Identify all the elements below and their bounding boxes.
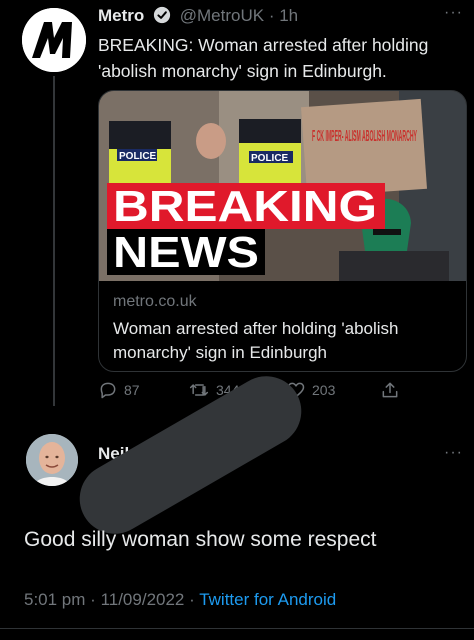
reply-avatar[interactable]: [26, 434, 78, 486]
reply-date: 11/09/2022: [100, 590, 185, 609]
reply-button[interactable]: 87: [98, 380, 140, 400]
police-label-left: POLICE: [119, 151, 157, 162]
reply-icon: [100, 382, 116, 399]
more-options-icon[interactable]: ···: [444, 4, 463, 22]
author-handle[interactable]: @MetroUK: [180, 6, 264, 25]
divider: [0, 628, 474, 629]
link-card[interactable]: POLICE POLICE F CK IMPER- ALISM ABOLISH …: [98, 90, 467, 372]
like-count: 203: [312, 382, 336, 398]
profile-photo: [26, 434, 78, 486]
share-button[interactable]: [380, 380, 400, 400]
tweet-header: Metro @MetroUK · 1h: [98, 6, 298, 29]
reply-more-options-icon[interactable]: ···: [444, 444, 463, 462]
verified-badge-icon: [153, 6, 171, 29]
protest-sign-text: F CK IMPER- ALISM ABOLISH MONARCHY: [312, 128, 417, 145]
tweet-time: · 1h: [268, 6, 299, 25]
reply-metadata: 5:01 pm · 11/09/2022 · Twitter for Andro…: [24, 590, 337, 609]
metro-logo-icon: [22, 8, 86, 72]
news-thumbnail: POLICE POLICE F CK IMPER- ALISM ABOLISH …: [99, 91, 466, 281]
reply-text: Good silly woman show some respect: [24, 528, 377, 551]
tweet-text: BREAKING: Woman arrested after holding '…: [98, 35, 429, 81]
metro-avatar[interactable]: [22, 8, 86, 72]
police-label-right: POLICE: [251, 153, 289, 164]
reply-time: 5:01 pm: [24, 590, 86, 609]
breaking-banner-text: BREAKING: [113, 182, 377, 231]
thread-line: [53, 76, 55, 406]
news-banner-text: NEWS: [113, 228, 259, 277]
author-name[interactable]: Metro: [98, 6, 144, 25]
card-title: Woman arrested after holding 'abolish mo…: [113, 319, 399, 362]
client-link[interactable]: Twitter for Android: [199, 590, 336, 609]
card-domain: metro.co.uk: [113, 293, 197, 310]
share-icon: [382, 382, 398, 398]
reply-count: 87: [124, 382, 140, 398]
retweet-icon: [189, 384, 209, 396]
